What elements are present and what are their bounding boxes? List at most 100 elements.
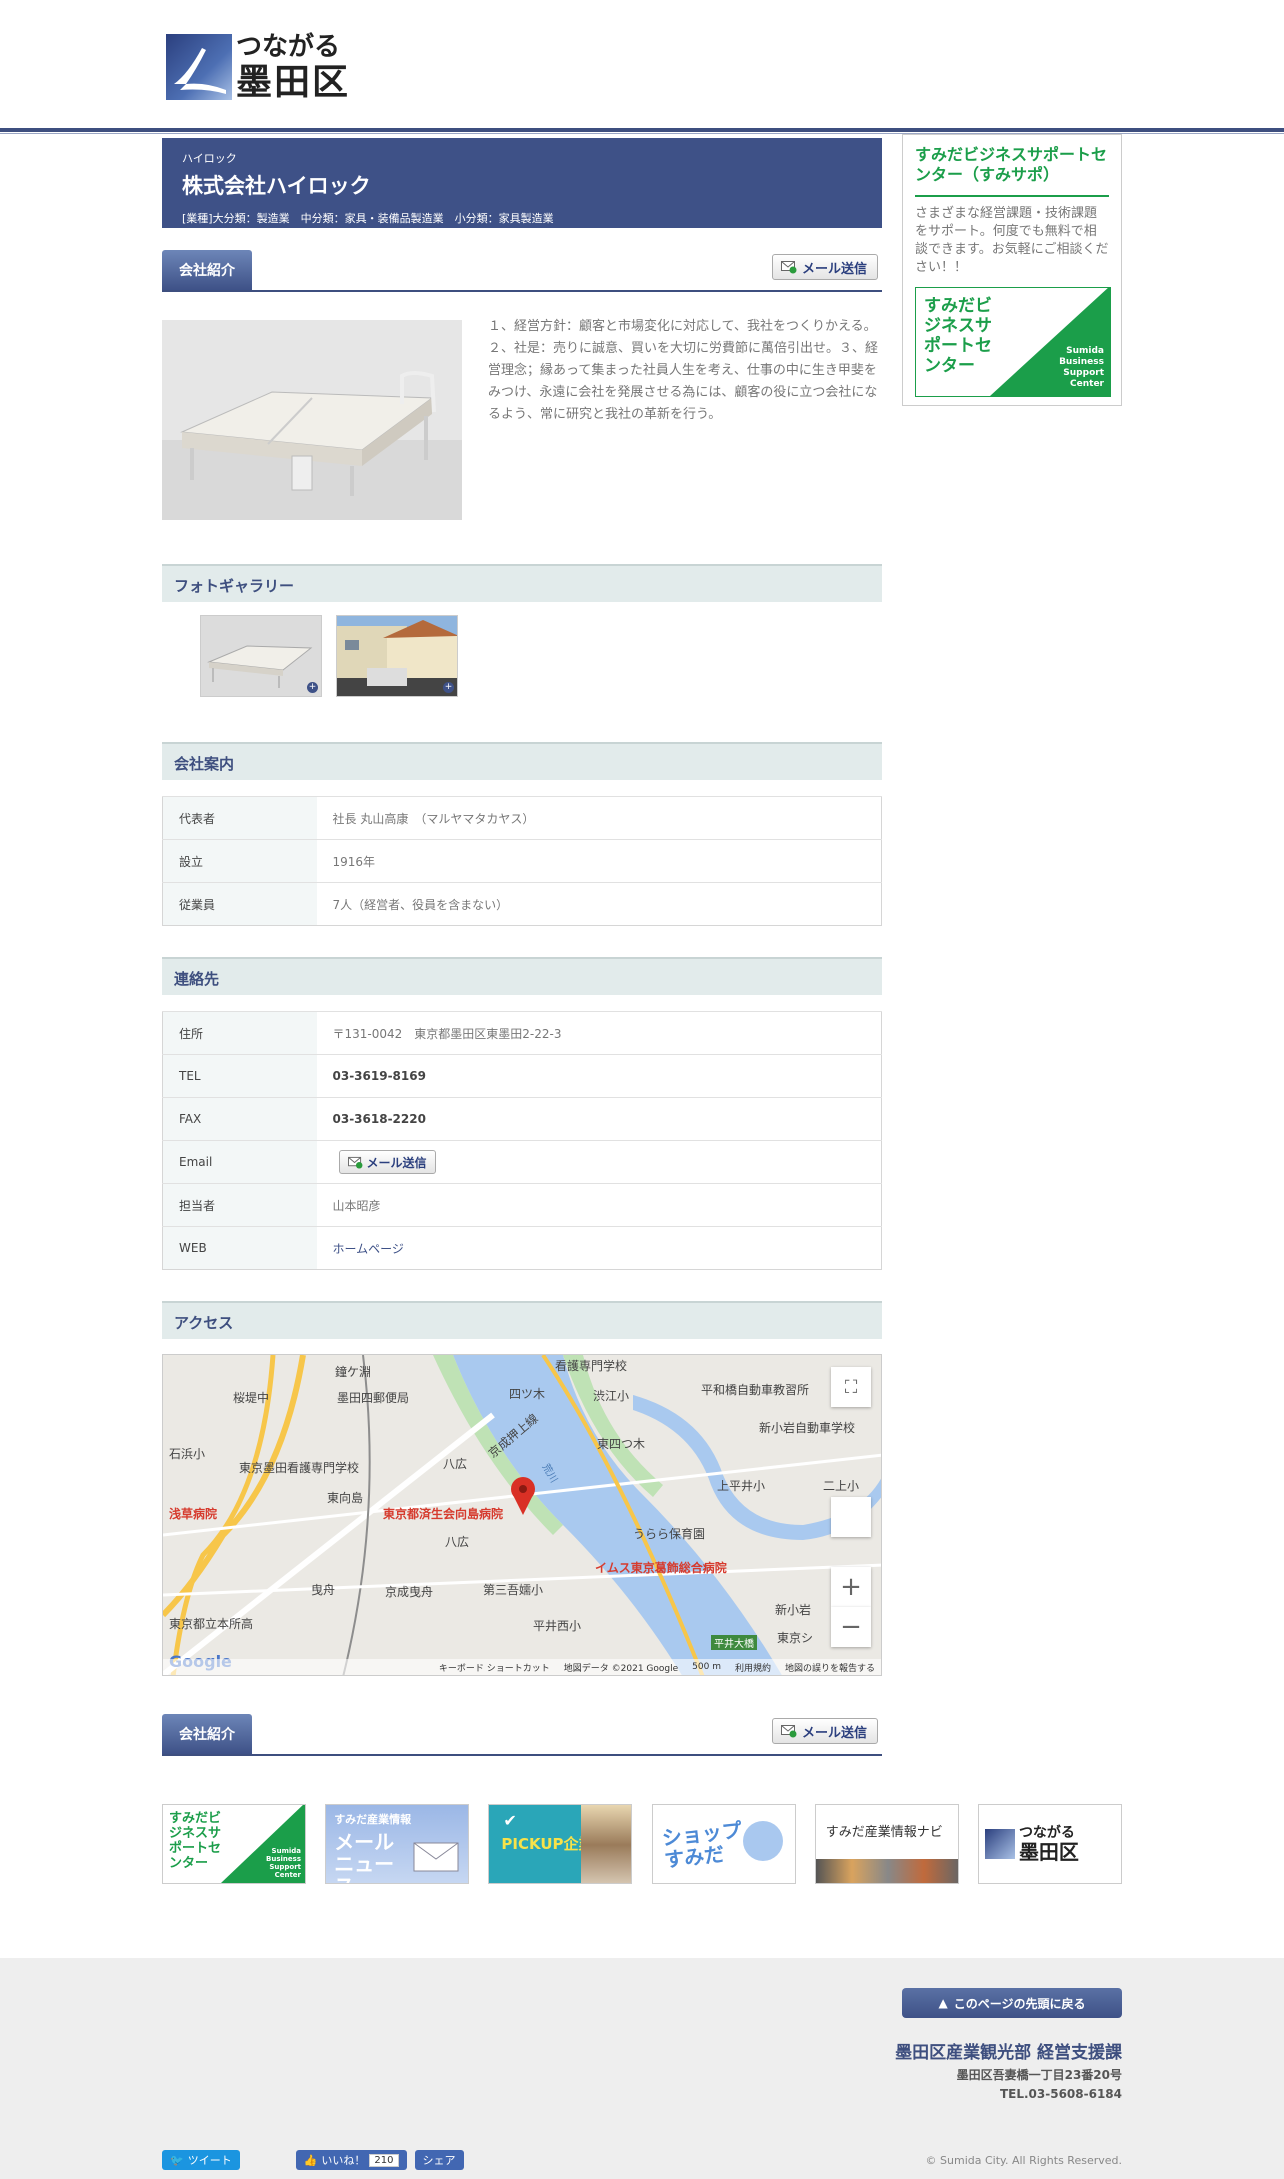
info-value: 7人（経営者、役員を含まない）: [316, 882, 882, 926]
company-name: 株式会社ハイロック: [182, 174, 371, 198]
zoom-in-icon[interactable]: +: [831, 1567, 871, 1607]
caret-up-icon: ▲: [938, 1996, 948, 2010]
map-label: 第三吾嬬小: [483, 1583, 544, 1597]
map-label: 鐘ケ淵: [335, 1365, 372, 1379]
bottom-mail-button[interactable]: メール送信: [771, 1718, 878, 1744]
footer-tel: TEL.03-5608-6184: [999, 2087, 1122, 2101]
contact-section-title: 連絡先: [162, 957, 882, 995]
sbsc-banner-en: Sumida Business Support Center: [1059, 346, 1104, 389]
map-label: 桜堤中: [233, 1391, 270, 1405]
map-label: 八広: [443, 1457, 468, 1471]
sidebar-sumisapo: すみだビジネスサポートセンター（すみサポ） さまざまな経営課題・技術課題をサポー…: [902, 134, 1122, 406]
intro-mail-label: メール送信: [801, 261, 867, 277]
like-count: 210: [369, 2153, 399, 2167]
contact-person: 山本昭彦: [316, 1183, 882, 1227]
contact-key: WEB: [162, 1226, 317, 1270]
map-label: 新小岩自動車学校: [759, 1421, 856, 1435]
map-label: 東京都立本所高: [169, 1617, 254, 1631]
google-map[interactable]: 鐘ケ淵 看護専門学校 桜堤中 墨田四郵便局 四ツ木 渋江小 平和橋自動車教習所 …: [162, 1354, 882, 1676]
site-logo[interactable]: つながる 墨田区: [166, 32, 360, 102]
table-row: 設立 1916年: [162, 839, 882, 883]
product-image-bed: [162, 320, 462, 520]
map-label: 看護専門学校: [555, 1359, 628, 1373]
homepage-link[interactable]: ホームページ: [316, 1226, 882, 1270]
share-button[interactable]: シェア: [414, 2150, 464, 2170]
bottom-intro-section-header: 会社紹介 メール送信: [162, 1712, 882, 1756]
banner-text: すみだ産業情報ナビ: [825, 1825, 943, 1840]
banner-tsunagaru-sumida[interactable]: つながる 墨田区: [977, 1804, 1122, 1884]
table-row: 従業員 7人（経営者、役員を含まない）: [162, 882, 882, 926]
social-buttons: 🐦 ツイート 👍 いいね！ 210 シェア: [162, 2150, 464, 2170]
banner-mail-news[interactable]: すみだ産業情報 メールニュース: [325, 1804, 470, 1884]
map-report-link[interactable]: 地図の誤りを報告する: [785, 1661, 875, 1674]
back-to-top-button[interactable]: ▲ このページの先頭に戻る: [902, 1988, 1122, 2018]
twitter-bird-icon: 🐦: [170, 2153, 184, 2167]
table-row: 代表者 社長 丸山高康 （マルヤマタカヤス）: [162, 796, 882, 840]
access-section-title: アクセス: [162, 1301, 882, 1339]
banner-text: メールニュース: [334, 1830, 395, 1883]
banner-pickup[interactable]: ✔ PICKUP企業: [488, 1804, 633, 1884]
gallery-thumb[interactable]: +: [200, 615, 322, 697]
info-value: 1916年: [316, 839, 882, 883]
map-terms-link[interactable]: 利用規約: [735, 1661, 771, 1674]
map-label: 上平井小: [717, 1479, 766, 1493]
mail-icon: [347, 1156, 362, 1169]
info-key: 代表者: [162, 796, 317, 840]
banner-text: すみだ産業情報: [334, 1813, 412, 1826]
map-label: 京成曳舟: [385, 1585, 434, 1599]
map-label: イムス東京葛飾総合病院: [595, 1561, 727, 1575]
map-label: 平和橋自動車教習所: [701, 1383, 810, 1397]
map-label: 平井大橋: [711, 1635, 757, 1650]
banner-text: つながる: [1018, 1825, 1075, 1841]
like-button[interactable]: 👍 いいね！ 210: [295, 2150, 407, 2170]
company-kana: ハイロック: [182, 152, 237, 165]
map-label: 浅草病院: [169, 1507, 218, 1521]
banner-photo: [581, 1805, 632, 1883]
zoom-out-icon[interactable]: −: [831, 1607, 871, 1647]
zoom-plus-icon: +: [307, 682, 318, 693]
company-info-section-title: 会社案内: [162, 742, 882, 780]
map-label: 新小岩: [775, 1603, 812, 1617]
street-view-icon[interactable]: [831, 1497, 871, 1537]
map-label: 平井西小: [533, 1619, 582, 1633]
table-row: Email メール送信: [162, 1140, 882, 1184]
tweet-label: ツイート: [187, 2154, 232, 2167]
intro-mail-button[interactable]: メール送信: [771, 254, 878, 280]
bottom-intro-tab[interactable]: 会社紹介: [162, 1714, 252, 1754]
sidebar-sbsc-banner[interactable]: すみだビジネスサポートセンター Sumida Business Support …: [915, 287, 1111, 397]
footer-address-block: 墨田区吾妻橋一丁目23番20号 TEL.03-5608-6184: [957, 2066, 1122, 2104]
sidebar-title[interactable]: すみだビジネスサポートセンター（すみサポ）: [915, 145, 1109, 185]
banner-sbsc[interactable]: すみだビジネスサポートセンター Sumida Business Support …: [162, 1804, 306, 1884]
banner-circle: [742, 1821, 783, 1861]
contact-fax: 03-3618-2220: [316, 1097, 882, 1141]
banner-text: PICKUP企業: [501, 1835, 594, 1853]
contact-key: 担当者: [162, 1183, 317, 1227]
info-value: 社長 丸山高康 （マルヤマタカヤス）: [316, 796, 882, 840]
sbsc-banner-ja: すみだビジネスサポートセンター: [924, 296, 992, 376]
map-label: 東京都済生会向島病院: [383, 1507, 504, 1521]
site-header: つながる 墨田区: [0, 0, 1284, 128]
thumbs-up-icon: 👍: [303, 2153, 318, 2167]
envelope-icon: [413, 1842, 459, 1872]
info-key: 設立: [162, 839, 317, 883]
fullscreen-icon[interactable]: ⛶: [831, 1367, 871, 1407]
contact-key: FAX: [162, 1097, 317, 1141]
banner-sangyo-navi[interactable]: すみだ産業情報ナビ: [814, 1804, 959, 1884]
info-key: 従業員: [162, 882, 317, 926]
intro-tab[interactable]: 会社紹介: [162, 250, 252, 290]
map-shortcut-link[interactable]: キーボード ショートカット: [439, 1661, 550, 1674]
contact-table: 住所 〒131-0042 東京都墨田区東墨田2-22-3 TEL 03-3619…: [162, 1011, 882, 1270]
company-title-bar: ハイロック 株式会社ハイロック [業種]大分類：製造業 中分類：家具・装備品製造…: [162, 138, 882, 228]
banner-text: 墨田区: [1018, 1840, 1079, 1864]
check-icon: ✔: [503, 1811, 517, 1830]
contact-tel[interactable]: 03-3619-8169: [316, 1054, 882, 1098]
banner-shop-sumida[interactable]: ショップすみだ: [651, 1804, 796, 1884]
gallery-thumb[interactable]: +: [336, 615, 458, 697]
tweet-button[interactable]: 🐦 ツイート: [162, 2150, 240, 2170]
table-row: 担当者 山本昭彦: [162, 1183, 882, 1227]
contact-mail-button[interactable]: メール送信: [338, 1150, 436, 1174]
map-label: 八広: [445, 1535, 470, 1549]
banner-text: Sumida Business Support Center: [266, 1847, 301, 1879]
mail-icon: [780, 260, 797, 274]
table-row: FAX 03-3618-2220: [162, 1097, 882, 1141]
